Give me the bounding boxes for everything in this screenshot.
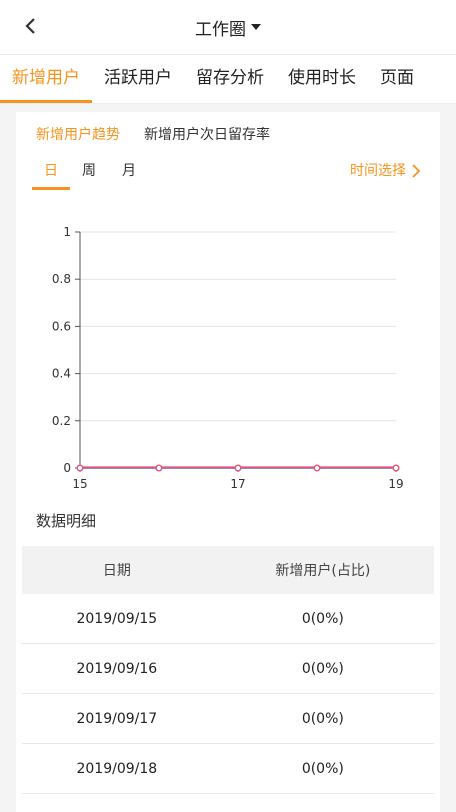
y-tick-label: 0 <box>63 461 71 475</box>
table-header-row: 日期 新增用户(占比) <box>22 546 434 594</box>
table-row: 2019/09/15 0(0%) <box>22 594 434 644</box>
period-month[interactable]: 月 <box>110 158 148 190</box>
chevron-right-icon <box>412 164 421 178</box>
data-table: 日期 新增用户(占比) 2019/09/15 0(0%) 2019/09/16 … <box>22 546 434 794</box>
content-card: 新增用户趋势 新增用户次日留存率 日 周 月 时间选择 1 0.8 0.6 0.4 0.… <box>16 112 440 812</box>
tab-active-users[interactable]: 活跃用户 <box>92 55 184 103</box>
y-tick-label: 0.4 <box>52 367 71 381</box>
time-select-label: 时间选择 <box>350 163 406 179</box>
y-tick-label: 0.6 <box>52 319 71 333</box>
data-point <box>392 464 400 472</box>
new-user-trend-chart: 1 0.8 0.6 0.4 0.2 015 17 19 <box>52 225 404 491</box>
header-date: 日期 <box>22 546 212 594</box>
tab-retention[interactable]: 留存分析 <box>184 55 276 103</box>
chart-subtabs: 新增用户趋势 新增用户次日留存率 <box>16 112 440 144</box>
navbar: 工作圈 <box>0 0 456 55</box>
data-point <box>155 464 163 472</box>
chevron-left-icon <box>25 18 35 34</box>
table-row: 2019/09/16 0(0%) <box>22 643 434 694</box>
tab-new-users[interactable]: 新增用户 <box>0 55 92 103</box>
data-point <box>234 464 242 472</box>
subtab-next-day-retention[interactable]: 新增用户次日留存率 <box>144 124 270 144</box>
header-new-users: 新增用户(占比) <box>211 546 434 594</box>
tab-usage-time[interactable]: 使用时长 <box>276 55 368 103</box>
main-tabs: 新增用户 活跃用户 留存分析 使用时长 页面 <box>0 55 456 104</box>
page-title: 工作圈 <box>195 19 246 40</box>
data-point <box>76 464 84 472</box>
x-tick-label: 17 <box>230 477 245 491</box>
subtab-new-user-trend[interactable]: 新增用户趋势 <box>36 124 120 144</box>
y-tick-label: 0.2 <box>52 414 71 428</box>
table-row: 2019/09/18 0(0%) <box>22 743 434 794</box>
period-selector: 日 周 月 时间选择 <box>16 158 440 202</box>
cell-new-users: 0(0%) <box>211 693 434 744</box>
caret-down-icon <box>251 24 261 30</box>
data-point <box>313 464 321 472</box>
x-tick-label: 19 <box>388 477 403 491</box>
cell-date: 2019/09/16 <box>22 643 212 694</box>
table-section-title: 数据明细 <box>36 512 97 530</box>
back-button[interactable] <box>18 13 44 39</box>
cell-date: 2019/09/18 <box>22 743 212 794</box>
x-tick-label: 15 <box>72 477 87 491</box>
workspace-selector[interactable]: 工作圈 <box>195 15 261 40</box>
period-day[interactable]: 日 <box>32 158 70 190</box>
time-select-button[interactable]: 时间选择 <box>350 158 422 184</box>
cell-new-users: 0(0%) <box>211 594 434 644</box>
y-tick-label: 1 <box>63 225 71 239</box>
y-tick-label: 0.8 <box>52 272 71 286</box>
cell-date: 2019/09/15 <box>22 594 212 644</box>
cell-date: 2019/09/17 <box>22 693 212 744</box>
cell-new-users: 0(0%) <box>211 643 434 694</box>
table-row: 2019/09/17 0(0%) <box>22 693 434 744</box>
cell-new-users: 0(0%) <box>211 743 434 794</box>
tab-pages[interactable]: 页面 <box>368 55 426 103</box>
period-week[interactable]: 周 <box>70 158 108 190</box>
